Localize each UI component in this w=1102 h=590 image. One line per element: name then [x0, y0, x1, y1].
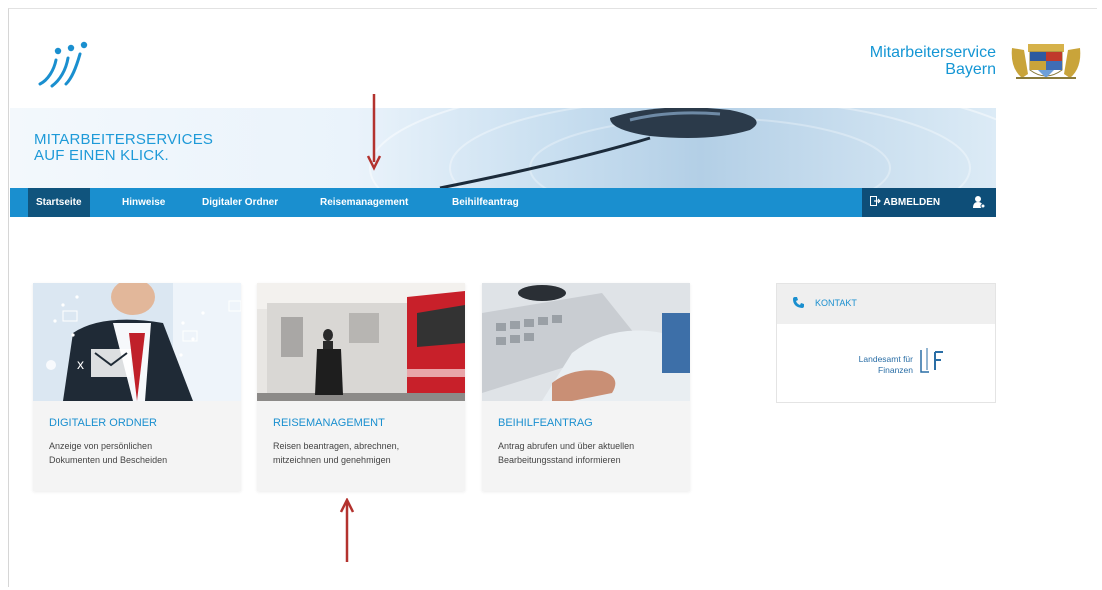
- banner-line-2: AUF EINEN KLICK.: [34, 147, 169, 164]
- contact-header[interactable]: KONTAKT: [777, 284, 995, 324]
- tile-beihilfeantrag[interactable]: BEIHILFEANTRAG Antrag abrufen und über a…: [482, 283, 690, 491]
- tile-title[interactable]: BEIHILFEANTRAG: [498, 417, 593, 429]
- tile-desc-line-1: Anzeige von persönlichen: [49, 441, 153, 451]
- logout-button[interactable]: ABMELDEN: [870, 188, 940, 217]
- contact-box: KONTAKT Landesamt für Finanzen: [776, 283, 996, 403]
- annotation-arrow-up: [339, 498, 355, 562]
- tile-description: Anzeige von persönlichen Dokumenten und …: [49, 439, 231, 467]
- logout-label: ABMELDEN: [883, 197, 941, 208]
- crest-icon: [1008, 38, 1084, 84]
- banner-line-1: MITARBEITERSERVICES: [34, 131, 214, 148]
- brand-line-1: Mitarbeiterservice: [869, 44, 996, 61]
- tile-desc-line-2: Bearbeitungsstand informieren: [498, 455, 621, 465]
- lff-logo-text[interactable]: Landesamt für Finanzen: [833, 354, 913, 376]
- logo-icon[interactable]: [38, 38, 98, 90]
- tile-desc-line-2: mitzeichnen und genehmigen: [273, 455, 391, 465]
- main-nav: Startseite Hinweise Digitaler Ordner Rei…: [10, 188, 996, 217]
- nav-account-area: ABMELDEN: [862, 188, 996, 217]
- tile-title[interactable]: REISEMANAGEMENT: [273, 417, 385, 429]
- contact-label: KONTAKT: [815, 298, 857, 308]
- annotation-arrow-down: [366, 94, 382, 171]
- tile-desc-line-2: Dokumenten und Bescheiden: [49, 455, 168, 465]
- nav-startseite[interactable]: Startseite: [28, 188, 90, 217]
- brand-line-2: Bayern: [945, 61, 996, 78]
- tile-description: Antrag abrufen und über aktuellen Bearbe…: [498, 439, 680, 467]
- svg-text:x: x: [77, 356, 84, 372]
- tile-image-keyboard: [482, 283, 690, 401]
- brand-title: Mitarbeiterservice Bayern: [820, 44, 996, 78]
- tile-description: Reisen beantragen, abrechnen, mitzeichne…: [273, 439, 455, 467]
- nav-digitaler-ordner[interactable]: Digitaler Ordner: [202, 188, 278, 217]
- tile-desc-line-1: Reisen beantragen, abrechnen,: [273, 441, 400, 451]
- phone-icon: [791, 296, 807, 310]
- nav-beihilfeantrag[interactable]: Beihilfeantrag: [452, 188, 519, 217]
- lff-line-2: Finanzen: [878, 365, 913, 375]
- tile-image-digital: x: [33, 283, 241, 401]
- tile-desc-line-1: Antrag abrufen und über aktuellen: [498, 441, 635, 451]
- tile-title[interactable]: DIGITALER ORDNER: [49, 417, 157, 429]
- lff-logo-icon: [917, 346, 947, 376]
- hero-banner: MITARBEITERSERVICES AUF EINEN KLICK.: [10, 108, 996, 188]
- logout-icon: [870, 196, 881, 206]
- user-icon[interactable]: [972, 195, 986, 209]
- lff-line-1: Landesamt für: [858, 354, 913, 364]
- tile-digitaler-ordner[interactable]: x DIGITALER ORDNER Anzeige von persönlic…: [33, 283, 241, 491]
- nav-hinweise[interactable]: Hinweise: [122, 188, 165, 217]
- tile-reisemanagement[interactable]: REISEMANAGEMENT Reisen beantragen, abrec…: [257, 283, 465, 491]
- nav-reisemanagement[interactable]: Reisemanagement: [320, 188, 408, 217]
- tile-image-train: [257, 283, 465, 401]
- banner-headline: MITARBEITERSERVICES AUF EINEN KLICK.: [34, 132, 213, 164]
